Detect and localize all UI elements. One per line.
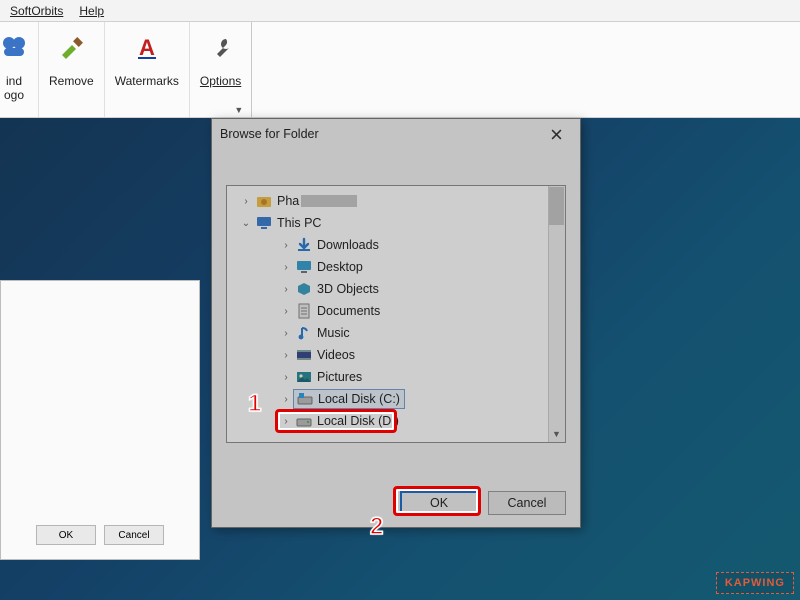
toolbar-watermarks-label: Watermarks (115, 74, 179, 88)
tree-node-music[interactable]: › Music (227, 322, 548, 344)
ok-button[interactable]: OK (400, 491, 478, 515)
scrollbar-thumb[interactable] (549, 187, 564, 225)
tree-node-desktop[interactable]: › Desktop (227, 256, 548, 278)
chevron-right-icon[interactable]: › (279, 372, 293, 383)
tree-label: Documents (317, 304, 380, 318)
menu-help[interactable]: Help (71, 2, 112, 20)
tree-label: Local Disk (C:) (318, 392, 400, 406)
redacted-text (301, 195, 357, 207)
dialog-title: Browse for Folder (220, 127, 319, 141)
toolbar-options-button[interactable]: Options ▼ (190, 22, 252, 117)
tree-label: Local Disk (D:) (317, 414, 399, 428)
tree-label: Videos (317, 348, 355, 362)
app-menubar: SoftOrbits Help (0, 0, 800, 22)
kapwing-watermark: KAPWING (716, 572, 794, 594)
pictures-icon (295, 368, 313, 386)
tree-node-this-pc[interactable]: ⌄ This PC (227, 212, 548, 234)
letter-a-icon: A (132, 28, 162, 68)
drive-icon (295, 412, 313, 430)
downloads-icon (295, 236, 313, 254)
toolbar-options-label: Options (200, 74, 241, 88)
tree-label: 3D Objects (317, 282, 379, 296)
tree-node-local-disk-c[interactable]: › Local Disk (C:) (227, 388, 548, 410)
tree-node-this-pc-label: This PC (277, 216, 321, 230)
tree-label: Desktop (317, 260, 363, 274)
videos-icon (295, 346, 313, 364)
chevron-right-icon[interactable]: › (279, 306, 293, 317)
chevron-right-icon[interactable]: › (279, 394, 293, 405)
chevron-right-icon[interactable]: › (279, 328, 293, 339)
music-icon (295, 324, 313, 342)
tree-node-videos[interactable]: › Videos (227, 344, 548, 366)
tree-node-pictures[interactable]: › Pictures (227, 366, 548, 388)
toolbar-remove-button[interactable]: Remove (39, 22, 105, 117)
tree-node-user-label: Pha (277, 194, 299, 208)
tree-node-3d-objects[interactable]: › 3D Objects (227, 278, 548, 300)
wrench-icon (206, 28, 236, 68)
chevron-right-icon[interactable]: › (279, 416, 293, 427)
background-dialog-cancel[interactable]: Cancel (104, 525, 164, 545)
brush-icon (56, 28, 86, 68)
scrollbar-down-icon[interactable]: ▼ (548, 425, 565, 442)
documents-icon (295, 302, 313, 320)
svg-text:A: A (139, 35, 155, 60)
tree-node-local-disk-d[interactable]: › Local Disk (D:) (227, 410, 548, 432)
tree-label: Downloads (317, 238, 379, 252)
menu-softorbits[interactable]: SoftOrbits (2, 2, 71, 20)
close-icon (551, 129, 562, 140)
tree-label: Music (317, 326, 350, 340)
chevron-right-icon[interactable]: › (239, 196, 253, 207)
this-pc-icon (255, 214, 273, 232)
toolbar-remove-label: Remove (49, 74, 94, 88)
dropdown-caret-icon: ▼ (234, 105, 243, 115)
desktop-icon (295, 258, 313, 276)
background-dialog-ok[interactable]: OK (36, 525, 96, 545)
toolbar-find-logo-label: indogo (4, 74, 24, 102)
chevron-right-icon[interactable]: › (279, 284, 293, 295)
background-dialog: OK Cancel (0, 280, 200, 560)
annotation-marker-1: 1 (248, 390, 261, 417)
dialog-close-button[interactable] (540, 123, 572, 145)
chevron-right-icon[interactable]: › (279, 240, 293, 251)
tree-node-user[interactable]: › Pha (227, 190, 548, 212)
annotation-marker-2: 2 (370, 513, 383, 540)
folder-tree[interactable]: › Pha ⌄ This PC › Downloads (226, 185, 566, 443)
chevron-right-icon[interactable]: › (279, 262, 293, 273)
tree-node-documents[interactable]: › Documents (227, 300, 548, 322)
user-folder-icon (255, 192, 273, 210)
toolbar-ribbon: indogo Remove A Watermarks Options ▼ (0, 22, 800, 118)
dialog-button-row: OK Cancel (212, 479, 580, 527)
browse-for-folder-dialog: Browse for Folder › Pha ⌄ This PC (211, 118, 581, 528)
chevron-right-icon[interactable]: › (279, 350, 293, 361)
tree-label: Pictures (317, 370, 362, 384)
dialog-titlebar: Browse for Folder (212, 119, 580, 149)
toolbar-watermarks-button[interactable]: A Watermarks (105, 22, 190, 117)
tree-node-downloads[interactable]: › Downloads (227, 234, 548, 256)
cancel-button[interactable]: Cancel (488, 491, 566, 515)
joystick-icon (0, 28, 28, 68)
objects-icon (295, 280, 313, 298)
toolbar-find-logo-button[interactable]: indogo (0, 22, 39, 117)
chevron-down-icon[interactable]: ⌄ (239, 218, 253, 229)
drive-os-icon (296, 390, 314, 408)
tree-scrollbar[interactable]: ▲ ▼ (548, 186, 565, 442)
